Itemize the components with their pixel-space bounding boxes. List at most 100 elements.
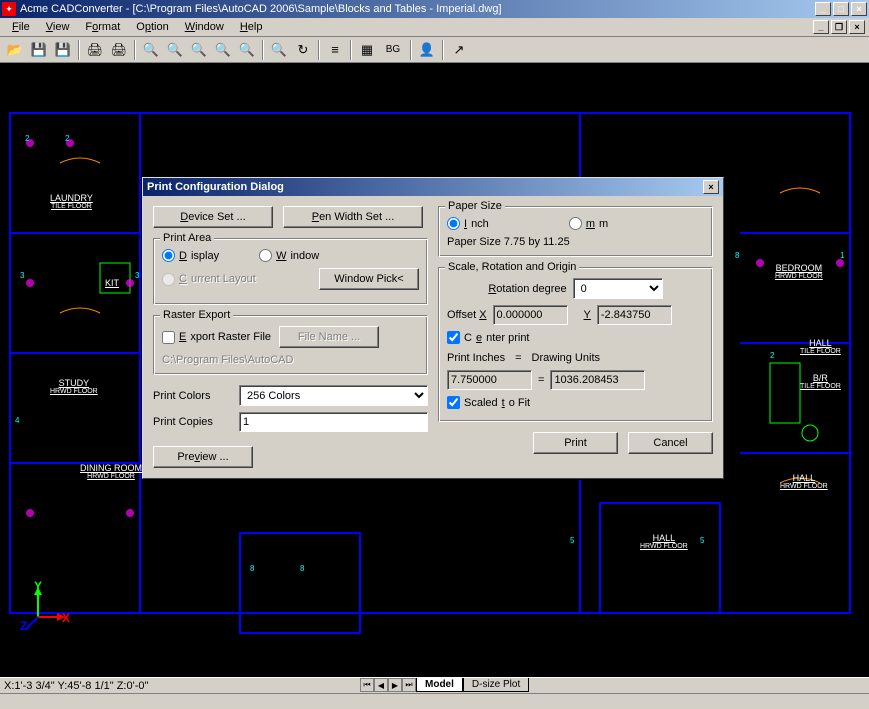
scaled-to-fit-checkbox[interactable]: Scaled to Fit bbox=[447, 396, 704, 409]
export-icon[interactable]: ↗ bbox=[448, 39, 470, 61]
menu-option[interactable]: Option bbox=[128, 19, 176, 35]
export-raster-checkbox[interactable]: Export Raster File bbox=[162, 331, 271, 344]
room-hall3: HALLHRWD FLOOR bbox=[640, 533, 688, 550]
print-copies-input[interactable] bbox=[239, 412, 428, 432]
equals-label: = bbox=[515, 352, 521, 364]
svg-text:2: 2 bbox=[770, 351, 775, 360]
print-area-fieldset: Print Area Display Window Current Layout… bbox=[153, 238, 428, 305]
tab-dsize[interactable]: D-size Plot bbox=[463, 678, 529, 692]
separator bbox=[350, 40, 352, 60]
bottom-strip bbox=[0, 693, 869, 709]
offset-x-input bbox=[493, 305, 568, 325]
svg-text:5: 5 bbox=[570, 536, 575, 545]
svg-text:4: 4 bbox=[15, 416, 20, 425]
menu-format[interactable]: Format bbox=[77, 19, 128, 35]
drawing-units-label: Drawing Units bbox=[532, 352, 600, 364]
print-button[interactable]: Print bbox=[533, 432, 618, 454]
menu-file[interactable]: File bbox=[4, 19, 38, 35]
room-bzr: B/RTILE FLOOR bbox=[800, 373, 841, 390]
redraw-icon[interactable]: ↻ bbox=[292, 39, 314, 61]
app-icon: ✦ bbox=[2, 2, 16, 16]
menu-help[interactable]: Help bbox=[232, 19, 271, 35]
separator bbox=[262, 40, 264, 60]
tab-next-icon[interactable]: ▶ bbox=[388, 678, 402, 692]
svg-text:5: 5 bbox=[700, 536, 705, 545]
print-colors-select[interactable]: 256 Colors bbox=[239, 385, 428, 406]
save-icon[interactable]: 💾 bbox=[28, 39, 50, 61]
offset-x-label: Offset X bbox=[447, 309, 487, 321]
room-hall1: HALLTILE FLOOR bbox=[800, 338, 841, 355]
inches-input bbox=[447, 370, 532, 390]
axis-indicator: Y X Z bbox=[20, 587, 70, 637]
print-colors-label: Print Colors bbox=[153, 390, 233, 402]
menu-window[interactable]: Window bbox=[177, 19, 232, 35]
dialog-close-button[interactable]: × bbox=[703, 180, 719, 194]
units-input bbox=[550, 370, 645, 390]
tab-last-icon[interactable]: ⏭ bbox=[402, 678, 416, 692]
menu-view[interactable]: View bbox=[38, 19, 78, 35]
svg-text:3: 3 bbox=[20, 271, 25, 280]
zoom-prev-icon[interactable]: 🔍 bbox=[236, 39, 258, 61]
mdi-restore-button[interactable]: ❐ bbox=[831, 20, 847, 34]
print-area-legend: Print Area bbox=[160, 232, 214, 244]
dialog-titlebar[interactable]: Print Configuration Dialog × bbox=[143, 178, 723, 196]
center-print-checkbox[interactable]: Center print bbox=[447, 331, 704, 344]
tab-first-icon[interactable]: ⏮ bbox=[360, 678, 374, 692]
print-inches-label: Print Inches bbox=[447, 352, 505, 364]
raster-path: C:\Program Files\AutoCAD bbox=[162, 354, 419, 366]
tab-prev-icon[interactable]: ◀ bbox=[374, 678, 388, 692]
print-icon[interactable]: 🖨 bbox=[84, 39, 106, 61]
window-pick-button[interactable]: Window Pick< bbox=[319, 268, 419, 290]
window-radio[interactable]: Window bbox=[259, 249, 319, 262]
open-icon[interactable]: 📂 bbox=[4, 39, 26, 61]
zoom-extents-icon[interactable]: 🔍 bbox=[212, 39, 234, 61]
print-preview-icon[interactable]: 🖨 bbox=[108, 39, 130, 61]
tab-model[interactable]: Model bbox=[416, 678, 463, 692]
room-dining: DINING ROOMHRWD FLOOR bbox=[80, 463, 142, 480]
layers-icon[interactable]: ≡ bbox=[324, 39, 346, 61]
room-study: STUDYHRWD FLOOR bbox=[50, 378, 98, 395]
pen-width-button[interactable]: Pen Width Set ... bbox=[283, 206, 423, 228]
inch-radio[interactable]: Inch bbox=[447, 217, 489, 230]
minimize-button[interactable]: _ bbox=[815, 2, 831, 16]
zoom-in-icon[interactable]: 🔍 bbox=[164, 39, 186, 61]
scale-legend: Scale, Rotation and Origin bbox=[445, 261, 579, 273]
paper-size-text: Paper Size 7.75 by 11.25 bbox=[447, 236, 704, 248]
zoom-out-icon[interactable]: 🔍 bbox=[140, 39, 162, 61]
paper-size-fieldset: Paper Size Inch mm Paper Size 7.75 by 11… bbox=[438, 206, 713, 257]
svg-text:1: 1 bbox=[840, 251, 845, 260]
main-titlebar: ✦ Acme CADConverter - [C:\Program Files\… bbox=[0, 0, 869, 18]
toolbar: 📂 💾 💾 🖨 🖨 🔍 🔍 🔍 🔍 🔍 🔍 ↻ ≡ ▦ BG 👤 ↗ bbox=[0, 37, 869, 63]
maximize-button[interactable]: □ bbox=[833, 2, 849, 16]
close-button[interactable]: × bbox=[851, 2, 867, 16]
mdi-close-button[interactable]: × bbox=[849, 20, 865, 34]
pan-icon[interactable]: 🔍 bbox=[268, 39, 290, 61]
separator bbox=[442, 40, 444, 60]
room-hall2: HALLHRWD FLOOR bbox=[780, 473, 828, 490]
paper-size-legend: Paper Size bbox=[445, 200, 505, 212]
bg-button[interactable]: BG bbox=[380, 39, 406, 61]
settings-icon[interactable]: ▦ bbox=[356, 39, 378, 61]
svg-text:2: 2 bbox=[25, 134, 30, 143]
raster-legend: Raster Export bbox=[160, 309, 233, 321]
room-kit: KIT bbox=[105, 278, 119, 288]
user-icon[interactable]: 👤 bbox=[416, 39, 438, 61]
coords-display: X:1'-3 3/4" Y:45'-8 1/1" Z:0'-0" bbox=[4, 680, 148, 692]
menubar: File View Format Option Window Help _ ❐ … bbox=[0, 18, 869, 37]
preview-button[interactable]: Preview ... bbox=[153, 446, 253, 468]
cancel-button[interactable]: Cancel bbox=[628, 432, 713, 454]
window-title: Acme CADConverter - [C:\Program Files\Au… bbox=[20, 3, 815, 15]
layout-tabs: ⏮ ◀ ▶ ⏭ Model D-size Plot bbox=[360, 677, 529, 693]
mdi-minimize-button[interactable]: _ bbox=[813, 20, 829, 34]
device-set-button[interactable]: Device Set ... bbox=[153, 206, 273, 228]
print-config-dialog: Print Configuration Dialog × Device Set … bbox=[142, 177, 724, 479]
save-as-icon[interactable]: 💾 bbox=[52, 39, 74, 61]
rotation-label: Rotation degree bbox=[488, 283, 566, 295]
mm-radio[interactable]: mm bbox=[569, 217, 608, 230]
raster-export-fieldset: Raster Export Export Raster File File Na… bbox=[153, 315, 428, 375]
zoom-window-icon[interactable]: 🔍 bbox=[188, 39, 210, 61]
rotation-select[interactable]: 0 bbox=[573, 278, 663, 299]
svg-text:8: 8 bbox=[250, 564, 255, 573]
display-radio[interactable]: Display bbox=[162, 249, 219, 262]
room-laundry: LAUNDRYTILE FLOOR bbox=[50, 193, 93, 210]
